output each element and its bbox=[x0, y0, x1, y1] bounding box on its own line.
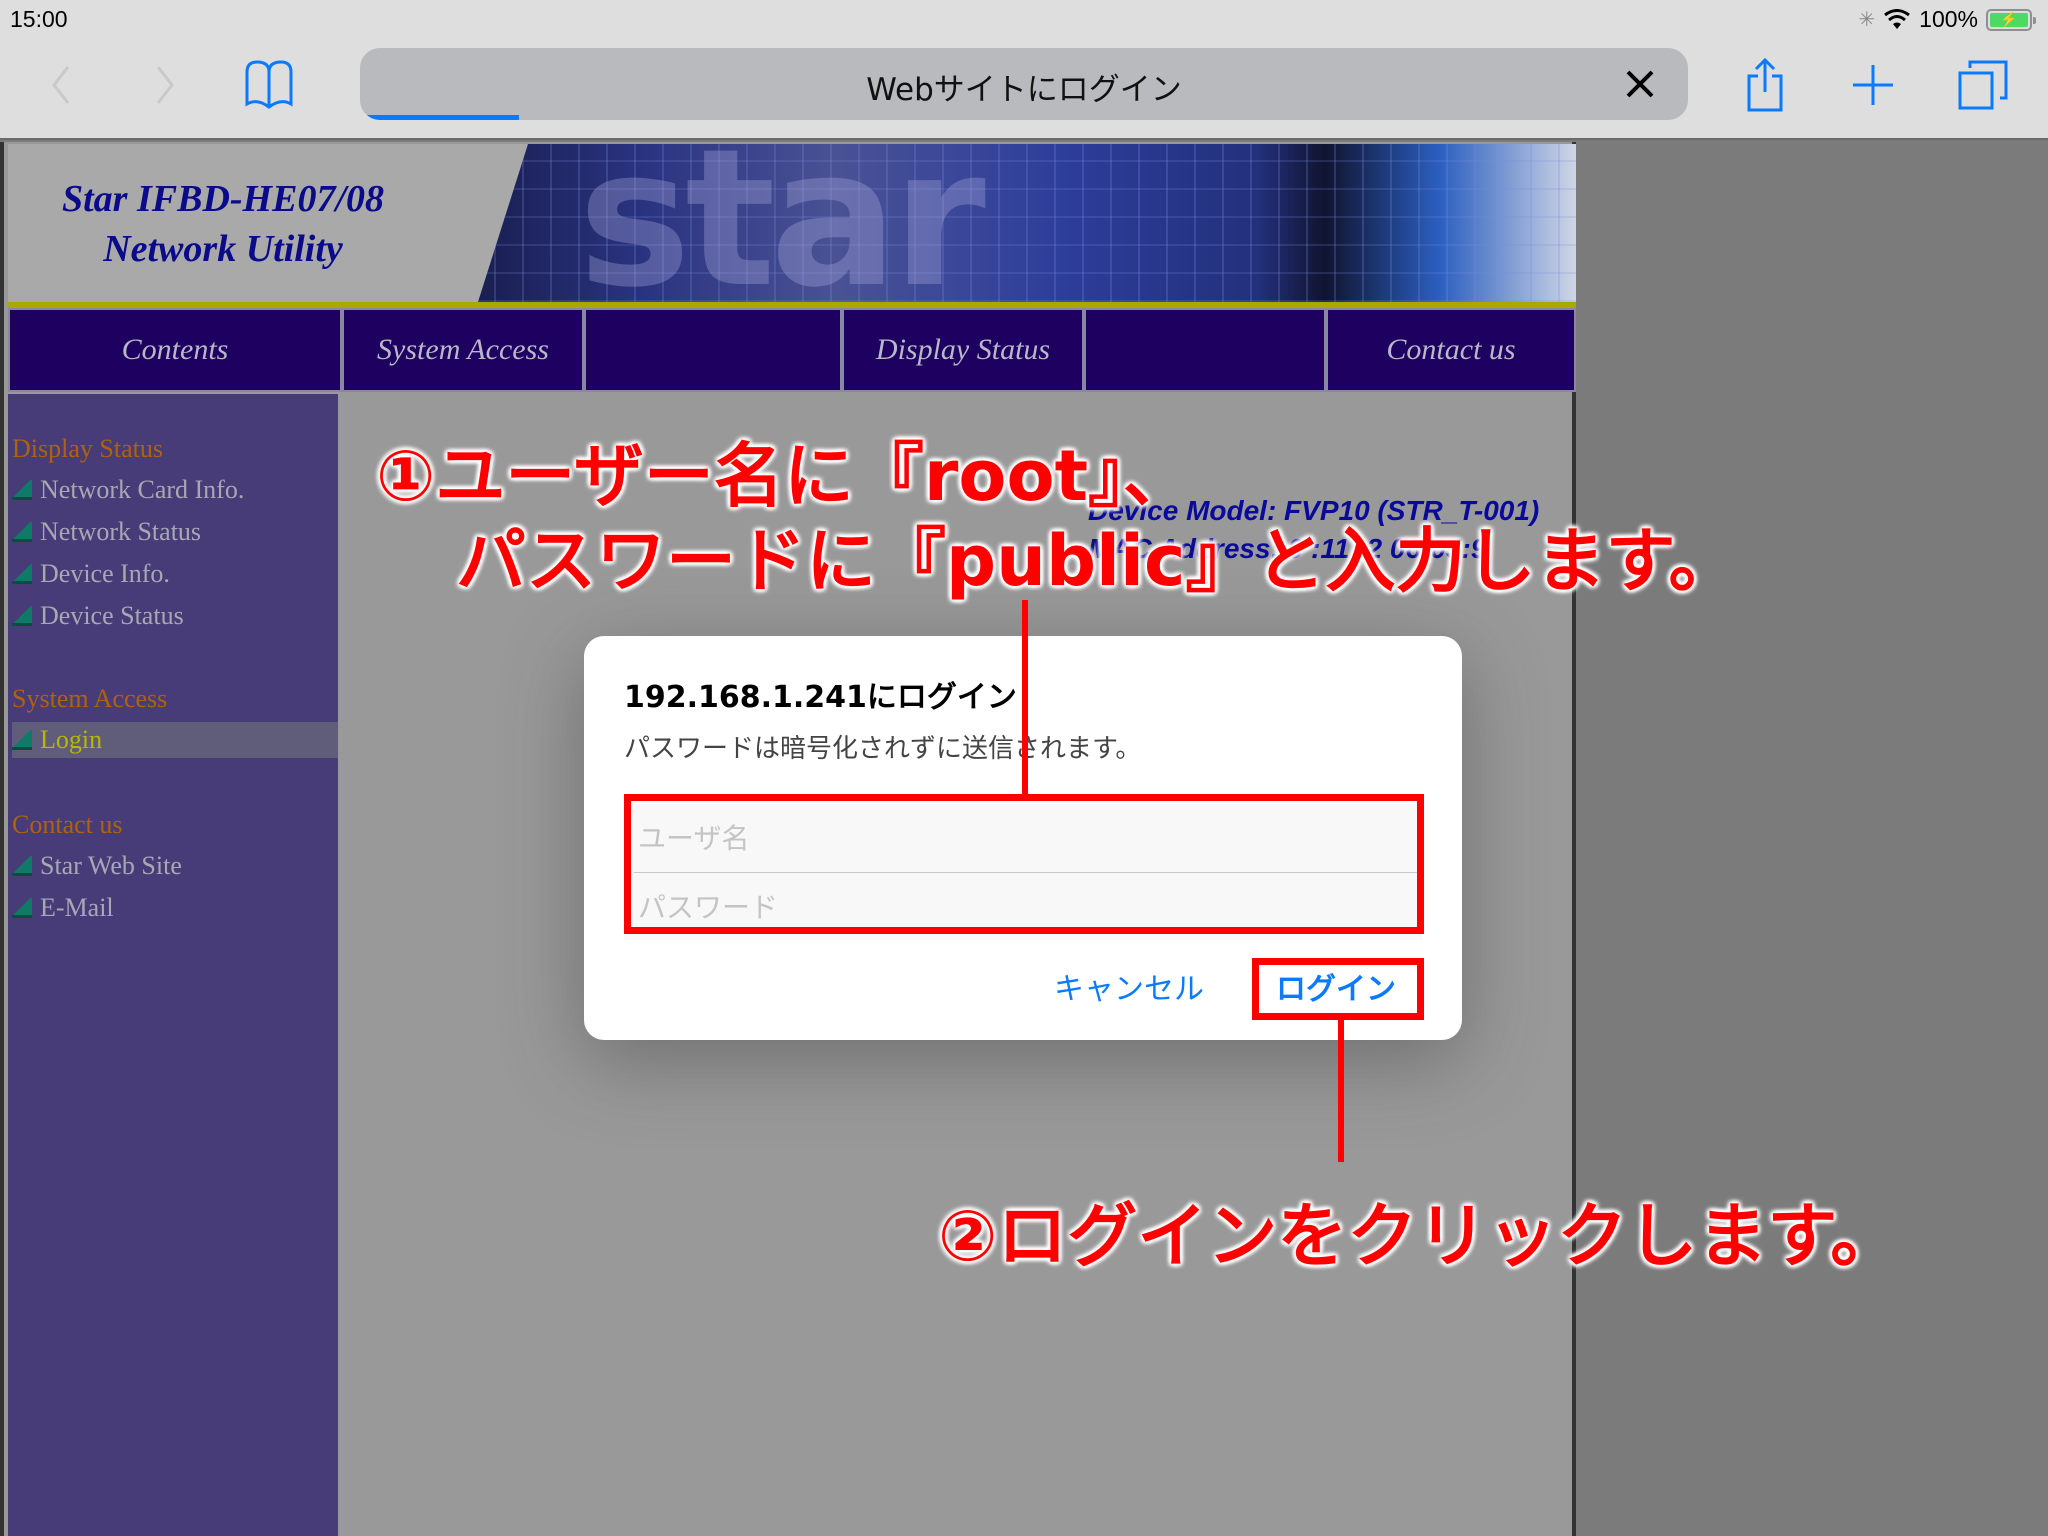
nav-system-access[interactable]: System Access bbox=[342, 308, 584, 392]
dialog-message: パスワードは暗号化されずに送信されます。 bbox=[624, 734, 1142, 764]
battery-percent: 100% bbox=[1919, 6, 1978, 32]
screen: 15:00 ✳ 100% ⚡ Webサイトにログイン Star IFBD-HE0… bbox=[0, 0, 2048, 1536]
triangle-bullet-icon bbox=[12, 606, 32, 626]
sidebar: Display Status Network Card Info. Networ… bbox=[8, 394, 338, 1536]
annotation-step2: ②ログインをクリックします。 bbox=[938, 1195, 1901, 1277]
annotation-login-highlight bbox=[1252, 958, 1424, 1020]
tabs-icon bbox=[1958, 60, 2008, 110]
site-title: Star IFBD-HE07/08 Network Utility bbox=[28, 174, 418, 274]
sidebar-item-device-status[interactable]: Device Status bbox=[12, 598, 338, 634]
annotation-fields-highlight bbox=[624, 794, 1424, 934]
status-time: 15:00 bbox=[10, 6, 68, 32]
dialog-title: 192.168.1.241にログイン bbox=[624, 680, 1017, 715]
annotation-connector-2 bbox=[1338, 1020, 1344, 1162]
battery-charging-icon: ⚡ bbox=[1986, 8, 2036, 31]
site-nav: Contents System Access Display Status Co… bbox=[8, 308, 1576, 392]
sidebar-item-device-info[interactable]: Device Info. bbox=[12, 556, 338, 592]
sidebar-item-email[interactable]: E-Mail bbox=[12, 890, 338, 926]
banner-logo-word: star bbox=[578, 144, 986, 302]
back-icon bbox=[52, 66, 70, 104]
share-icon bbox=[1747, 58, 1783, 112]
sidebar-heading-contact-us: Contact us bbox=[12, 810, 123, 839]
forward-icon bbox=[156, 66, 174, 104]
triangle-bullet-icon bbox=[12, 564, 32, 584]
sidebar-item-star-web-site[interactable]: Star Web Site bbox=[12, 848, 338, 884]
activity-spinner-icon: ✳ bbox=[1858, 9, 1876, 31]
sidebar-item-network-card-info[interactable]: Network Card Info. bbox=[12, 472, 338, 508]
site-title-line1: Star IFBD-HE07/08 bbox=[61, 178, 385, 220]
page-title: Webサイトにログイン bbox=[866, 72, 1182, 108]
forward-button[interactable] bbox=[140, 58, 190, 112]
sidebar-heading-system-access: System Access bbox=[12, 684, 168, 713]
triangle-bullet-icon bbox=[12, 898, 32, 918]
sidebar-item-label: Network Status bbox=[40, 517, 202, 546]
sidebar-item-label: Device Info. bbox=[40, 559, 170, 588]
status-indicators: ✳ 100% ⚡ bbox=[1858, 6, 2036, 33]
wifi-icon bbox=[1884, 8, 1911, 29]
new-tab-icon bbox=[1853, 65, 1893, 105]
annotation-connector-1 bbox=[1022, 600, 1028, 796]
address-bar[interactable]: Webサイトにログイン bbox=[360, 48, 1688, 120]
close-icon[interactable] bbox=[1620, 64, 1660, 104]
site-banner: Star IFBD-HE07/08 Network Utility star bbox=[8, 144, 1576, 302]
triangle-bullet-icon bbox=[12, 856, 32, 876]
tabs-button[interactable] bbox=[1958, 58, 2008, 112]
back-button[interactable] bbox=[36, 58, 86, 112]
nav-display-status[interactable]: Display Status bbox=[842, 308, 1084, 392]
nav-contact-us[interactable]: Contact us bbox=[1326, 308, 1576, 392]
share-button[interactable] bbox=[1740, 58, 1790, 112]
triangle-bullet-icon bbox=[12, 730, 32, 750]
sidebar-item-network-status[interactable]: Network Status bbox=[12, 514, 338, 550]
nav-empty-1 bbox=[584, 308, 842, 392]
sidebar-item-label: Star Web Site bbox=[40, 851, 182, 880]
sidebar-item-label: Device Status bbox=[40, 601, 184, 630]
triangle-bullet-icon bbox=[12, 480, 32, 500]
sidebar-item-login[interactable]: Login bbox=[12, 722, 338, 758]
load-progress-bar bbox=[360, 115, 520, 120]
sidebar-heading-display-status: Display Status bbox=[12, 434, 163, 463]
safari-toolbar: 15:00 ✳ 100% ⚡ Webサイトにログイン bbox=[0, 0, 2048, 140]
site-title-line2: Network Utility bbox=[103, 228, 343, 270]
bookmarks-icon bbox=[245, 60, 293, 109]
cancel-button[interactable]: キャンセル bbox=[1054, 964, 1204, 1008]
sidebar-item-label: E-Mail bbox=[40, 893, 114, 922]
new-tab-button[interactable] bbox=[1848, 58, 1898, 112]
nav-empty-2 bbox=[1084, 308, 1326, 392]
bookmarks-button[interactable] bbox=[244, 58, 294, 112]
nav-contents[interactable]: Contents bbox=[8, 308, 342, 392]
annotation-step1-line2: パスワードに『public』と入力します。 bbox=[456, 520, 1739, 602]
triangle-bullet-icon bbox=[12, 522, 32, 542]
sidebar-item-label: Login bbox=[40, 725, 103, 754]
sidebar-item-label: Network Card Info. bbox=[40, 475, 245, 504]
